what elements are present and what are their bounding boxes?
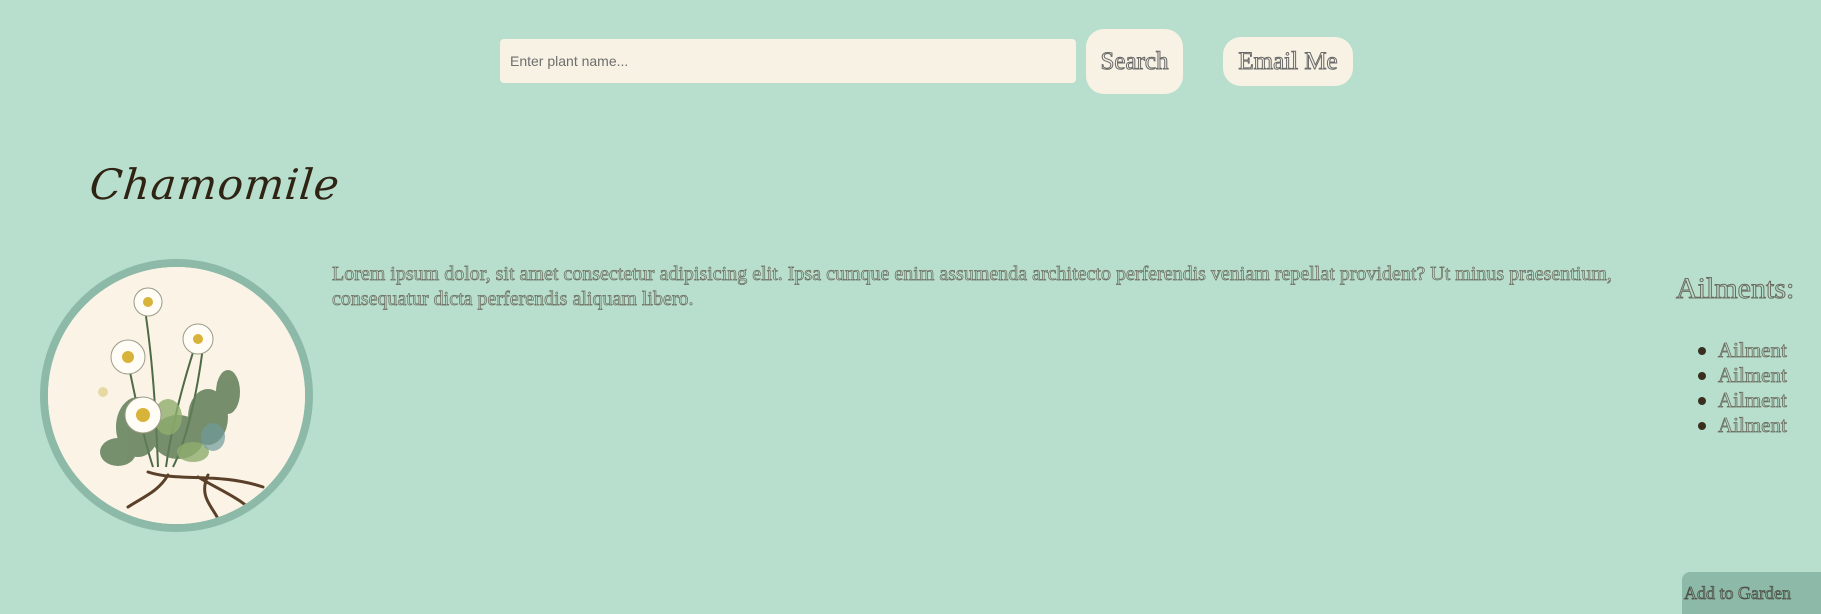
ailments-list: Ailment Ailment Ailment Ailment [1698,338,1787,438]
search-button[interactable]: Search [1086,29,1183,94]
ailment-item: Ailment [1698,363,1787,387]
chamomile-illustration-icon [48,267,305,524]
ailment-item: Ailment [1698,413,1787,437]
plant-description: Lorem ipsum dolor, sit amet consectetur … [332,263,1613,311]
plant-image [40,259,313,532]
email-me-button[interactable]: Email Me [1223,37,1353,86]
add-to-garden-button[interactable]: Add to Garden [1682,572,1821,614]
ailments-heading: Ailments: [1675,272,1795,306]
search-input[interactable] [500,39,1076,83]
ailment-item: Ailment [1698,338,1787,362]
ailment-item: Ailment [1698,388,1787,412]
plant-title: Chamomile [87,160,343,209]
